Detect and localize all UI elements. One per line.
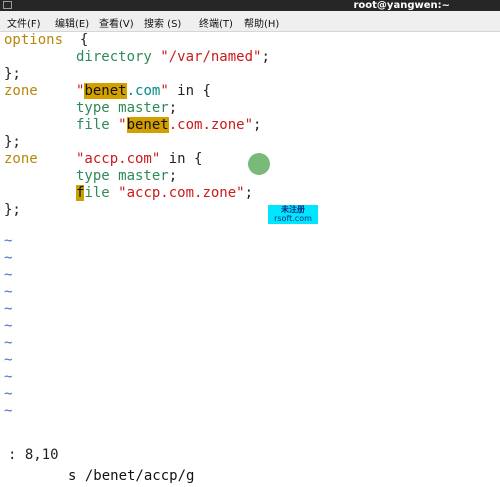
keyword-options: options — [4, 32, 64, 48]
type-keyword: type — [76, 168, 110, 184]
keyword-zone: zone — [4, 151, 38, 167]
zone-file-name: .com.zone" — [168, 117, 254, 133]
code-line: "accp.com" in { — [76, 151, 202, 168]
type-keyword: type — [76, 100, 110, 116]
keyword-zone: zone — [4, 83, 38, 99]
menu-edit[interactable]: 编辑(E) — [55, 15, 89, 30]
code-line: file "accp.com.zone"; — [76, 185, 253, 202]
directory-path: "/var/named" — [160, 49, 262, 65]
code-line: }; — [4, 202, 21, 219]
zone-file-name: "accp.com.zone" — [109, 185, 245, 201]
empty-line-tilde: ~ — [4, 386, 13, 402]
semicolon: ; — [261, 49, 270, 65]
file-keyword: ile — [84, 185, 110, 201]
code-line: "benet.com" in { — [76, 83, 211, 100]
empty-line-tilde: ~ — [4, 250, 13, 266]
menu-terminal[interactable]: 终端(T) — [199, 15, 233, 30]
menu-help[interactable]: 帮助(H) — [244, 15, 279, 30]
empty-line-tilde: ~ — [4, 267, 13, 283]
code-line: directory "/var/named"; — [76, 49, 270, 66]
watermark-line: rsoft.com — [274, 214, 312, 223]
command-input[interactable]: s /benet/accp/g — [68, 466, 194, 487]
menu-search[interactable]: 搜索 (S) — [144, 15, 181, 30]
in-keyword: in { — [160, 151, 203, 167]
zone-domain-suffix: .com — [126, 83, 161, 99]
empty-line-tilde: ~ — [4, 369, 13, 385]
empty-line-tilde: ~ — [4, 233, 13, 249]
closing-brace: }; — [4, 134, 21, 150]
window-menu-icon[interactable] — [3, 1, 12, 9]
vim-editor[interactable]: options { directory "/var/named"; }; zon… — [0, 32, 500, 422]
quote: " — [160, 83, 169, 99]
empty-line-tilde: ~ — [4, 301, 13, 317]
code-line: zone — [4, 83, 38, 100]
closing-brace: }; — [4, 66, 21, 82]
closing-brace: }; — [4, 202, 21, 218]
menu-view[interactable]: 查看(V) — [99, 15, 134, 30]
watermark-line: 未注册 — [281, 205, 305, 214]
code-line: type master; — [76, 100, 177, 117]
semicolon: ; — [253, 117, 262, 133]
empty-line-tilde: ~ — [4, 318, 13, 334]
semicolon: ; — [168, 168, 178, 184]
semicolon: ; — [168, 100, 178, 116]
vim-command-line[interactable]: : 8,10 s /benet/accp/g — [0, 424, 500, 484]
empty-line-tilde: ~ — [4, 335, 13, 351]
empty-line-tilde: ~ — [4, 403, 13, 419]
cursor-position: : 8,10 — [8, 447, 59, 463]
mouse-click-indicator — [248, 153, 270, 175]
title-bar: root@yangwen:~ — [0, 0, 500, 11]
search-highlight: benet — [84, 83, 127, 99]
search-highlight: benet — [126, 117, 169, 133]
zone-name: "accp.com" — [76, 151, 161, 167]
window-title: root@yangwen:~ — [353, 0, 450, 11]
directory-keyword: directory — [76, 49, 152, 65]
code-line: type master; — [76, 168, 177, 185]
semicolon: ; — [244, 185, 254, 201]
empty-line-tilde: ~ — [4, 352, 13, 368]
code-line: }; — [4, 66, 21, 83]
menu-file[interactable]: 文件(F) — [7, 15, 41, 30]
type-value: master — [109, 168, 169, 184]
watermark-logo: 未注册 rsoft.com — [268, 205, 318, 224]
brace: { — [63, 32, 89, 48]
empty-line-tilde: ~ — [4, 284, 13, 300]
menu-bar: 文件(F) 编辑(E) 查看(V) 搜索 (S) 终端(T) 帮助(H) — [0, 11, 500, 32]
in-keyword: in { — [168, 83, 211, 99]
code-line: file "benet.com.zone"; — [76, 117, 261, 134]
quote: " — [109, 117, 127, 133]
code-line: }; — [4, 134, 21, 151]
type-value: master — [109, 100, 169, 116]
file-keyword: file — [76, 117, 110, 133]
code-line: options { — [4, 32, 88, 49]
code-line: zone — [4, 151, 38, 168]
